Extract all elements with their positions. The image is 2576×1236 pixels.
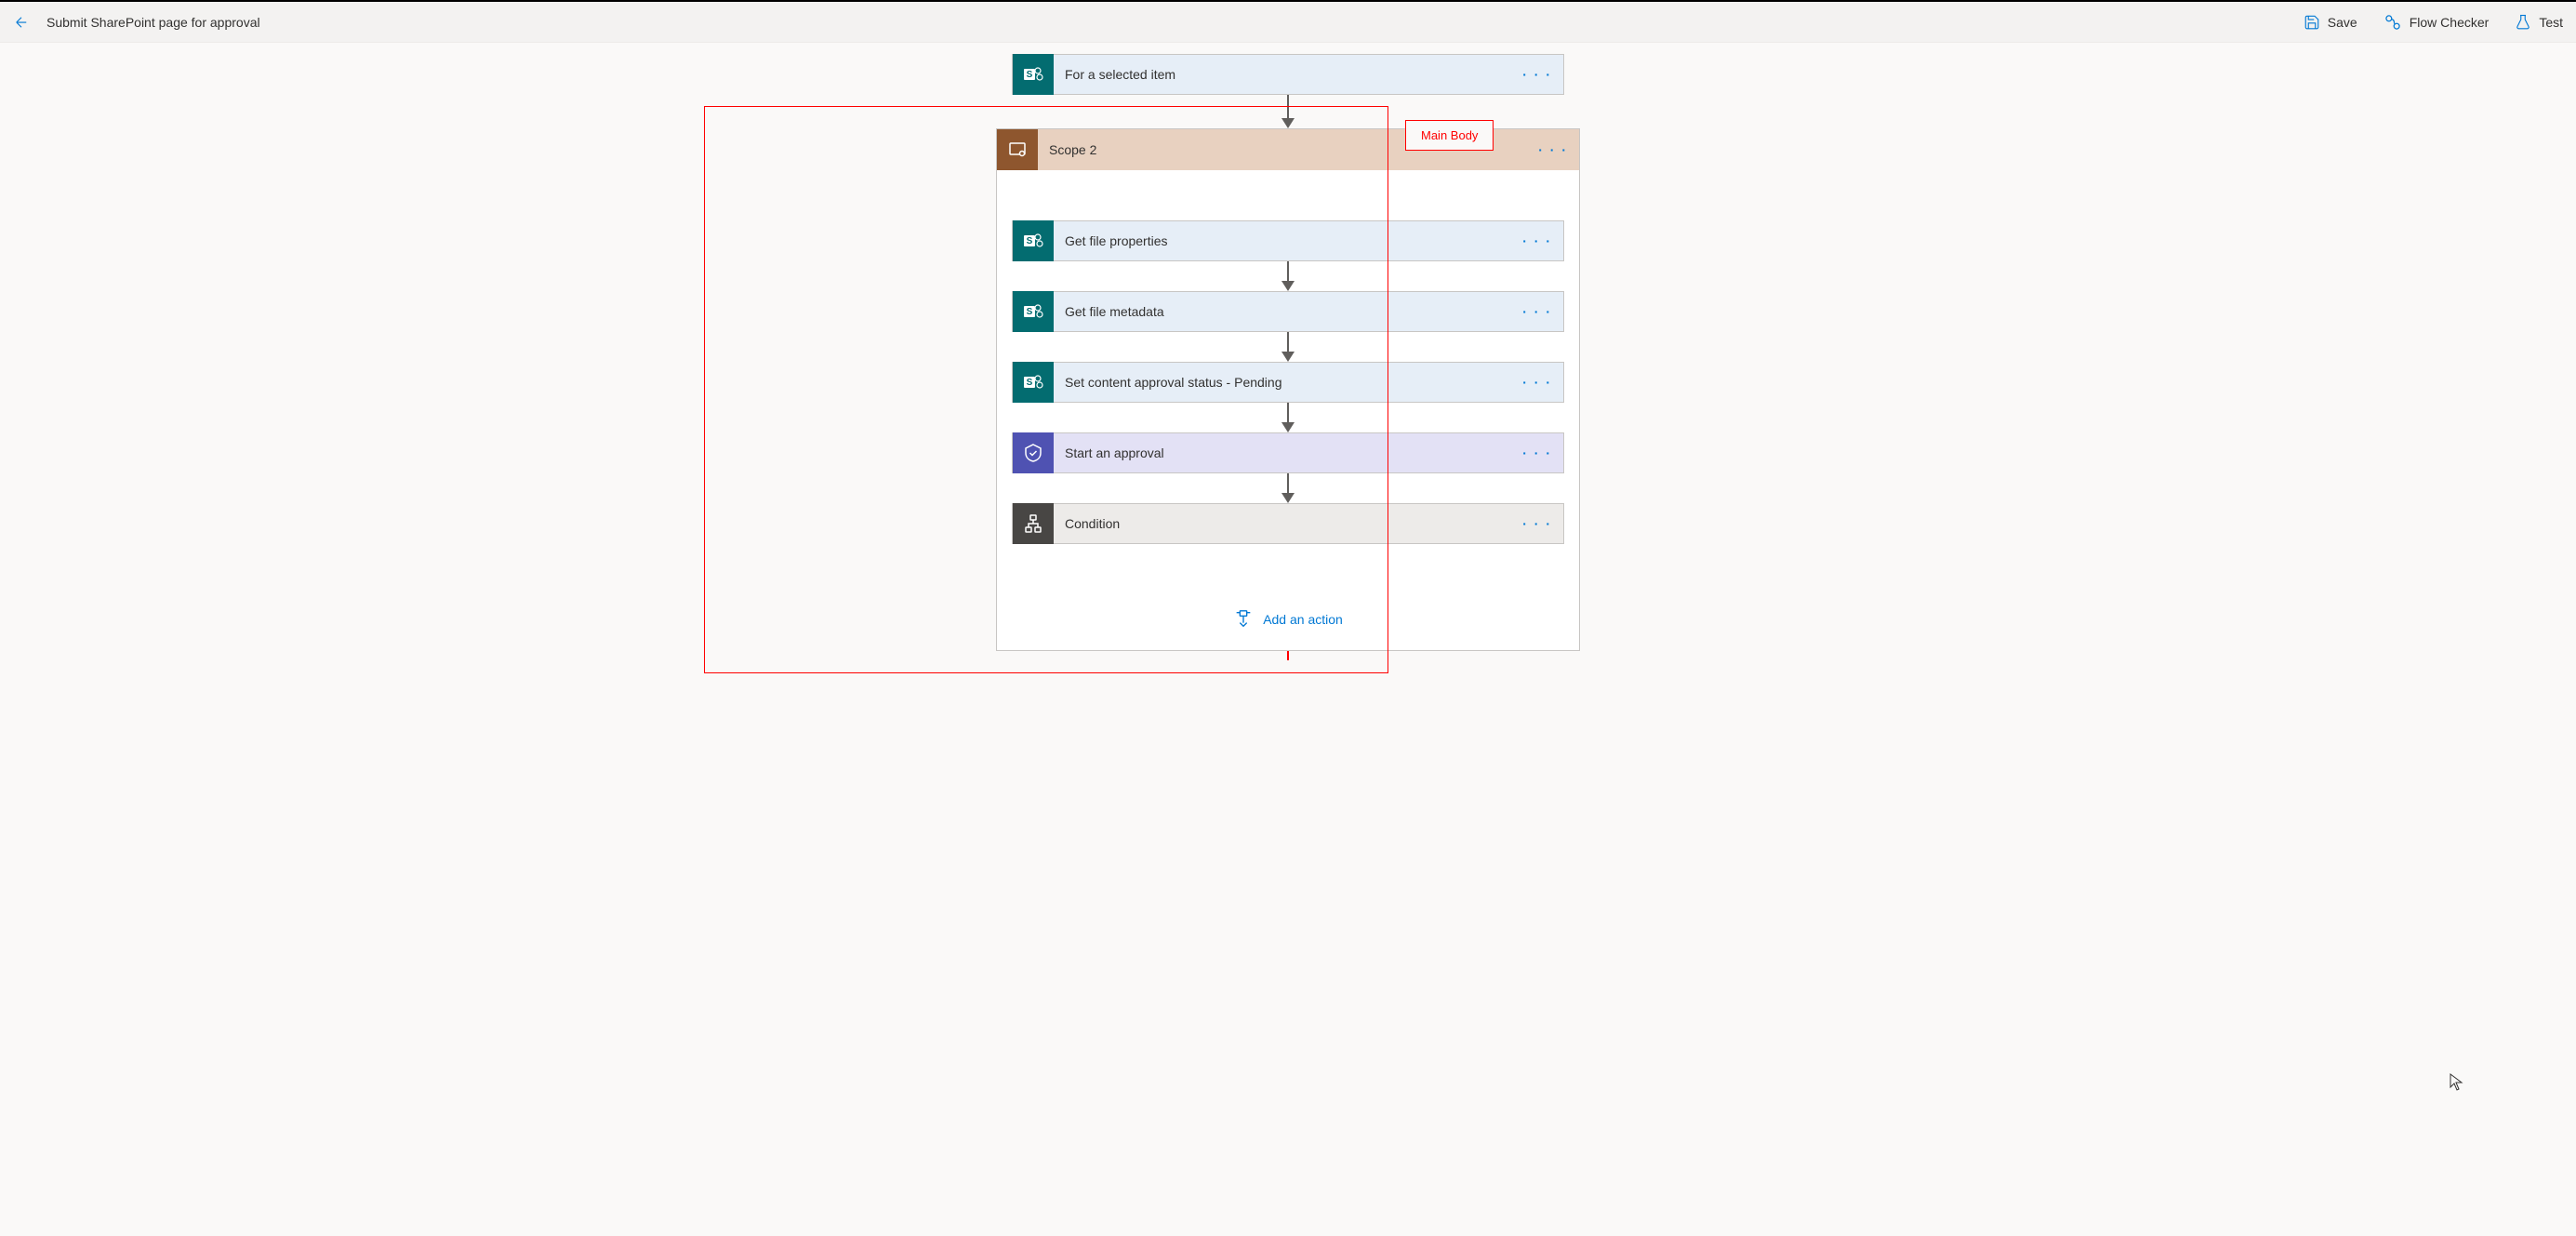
approval-icon <box>1013 432 1054 473</box>
add-action-label: Add an action <box>1263 612 1343 627</box>
test-button[interactable]: Test <box>2515 14 2563 31</box>
save-icon <box>2304 14 2320 31</box>
flow-canvas[interactable]: S For a selected item · · · Main Body <box>0 43 2576 1236</box>
save-button[interactable]: Save <box>2304 14 2357 31</box>
sharepoint-icon: S <box>1013 291 1054 332</box>
svg-text:S: S <box>1027 236 1033 246</box>
flow-checker-button[interactable]: Flow Checker <box>2383 13 2490 32</box>
add-action-icon <box>1233 609 1254 630</box>
action-label: Get file properties <box>1054 233 1511 248</box>
flow-checker-label: Flow Checker <box>2410 15 2490 30</box>
header-right: Save Flow Checker Test <box>2304 13 2563 32</box>
action-card-start-approval[interactable]: Start an approval · · · <box>1012 432 1564 473</box>
arrow-icon <box>1281 473 1295 503</box>
main-body-annotation-label: Main Body <box>1405 120 1494 151</box>
svg-text:S: S <box>1027 70 1033 80</box>
action-label: Get file metadata <box>1054 304 1511 319</box>
page-title: Submit SharePoint page for approval <box>46 15 260 30</box>
action-more-icon[interactable]: · · · <box>1511 375 1563 390</box>
trigger-card[interactable]: S For a selected item · · · <box>1012 54 1564 95</box>
test-label: Test <box>2539 15 2563 30</box>
arrow-icon <box>1281 403 1295 432</box>
arrow-icon <box>1281 261 1295 291</box>
scope-inner: S Get file properties · · · <box>997 170 1579 650</box>
save-label: Save <box>2328 15 2357 30</box>
action-card-condition[interactable]: Condition · · · <box>1012 503 1564 544</box>
trigger-label: For a selected item <box>1054 67 1511 82</box>
page-header: Submit SharePoint page for approval Save <box>0 2 2576 43</box>
action-label: Start an approval <box>1054 445 1511 460</box>
action-more-icon[interactable]: · · · <box>1511 304 1563 319</box>
arrow-icon <box>1287 651 1289 660</box>
cursor-icon <box>2450 1073 2464 1096</box>
action-card-set-content-approval[interactable]: S Set content approval status - Pending … <box>1012 362 1564 403</box>
arrow-icon <box>1281 332 1295 362</box>
trigger-more-icon[interactable]: · · · <box>1511 67 1563 82</box>
scope-container: Scope 2 · · · S <box>996 128 1580 651</box>
add-action-button[interactable]: Add an action <box>1233 609 1343 630</box>
header-left: Submit SharePoint page for approval <box>13 14 260 31</box>
test-icon <box>2515 14 2531 31</box>
sharepoint-icon: S <box>1013 362 1054 403</box>
back-button[interactable] <box>13 14 30 31</box>
flow-checker-icon <box>2383 13 2402 32</box>
action-card-get-file-metadata[interactable]: S Get file metadata · · · <box>1012 291 1564 332</box>
flow-container: S For a selected item · · · Main Body <box>0 54 2576 660</box>
action-label: Condition <box>1054 516 1511 531</box>
scope-more-icon[interactable]: · · · <box>1527 142 1579 157</box>
action-more-icon[interactable]: · · · <box>1511 233 1563 248</box>
action-card-get-file-properties[interactable]: S Get file properties · · · <box>1012 220 1564 261</box>
action-more-icon[interactable]: · · · <box>1511 516 1563 531</box>
sharepoint-icon: S <box>1013 54 1054 95</box>
svg-text:S: S <box>1027 378 1033 388</box>
svg-text:S: S <box>1027 307 1033 317</box>
action-more-icon[interactable]: · · · <box>1511 445 1563 460</box>
sharepoint-icon: S <box>1013 220 1054 261</box>
arrow-icon <box>1281 95 1295 128</box>
condition-icon <box>1013 503 1054 544</box>
action-label: Set content approval status - Pending <box>1054 375 1511 390</box>
scope-icon <box>997 129 1038 170</box>
